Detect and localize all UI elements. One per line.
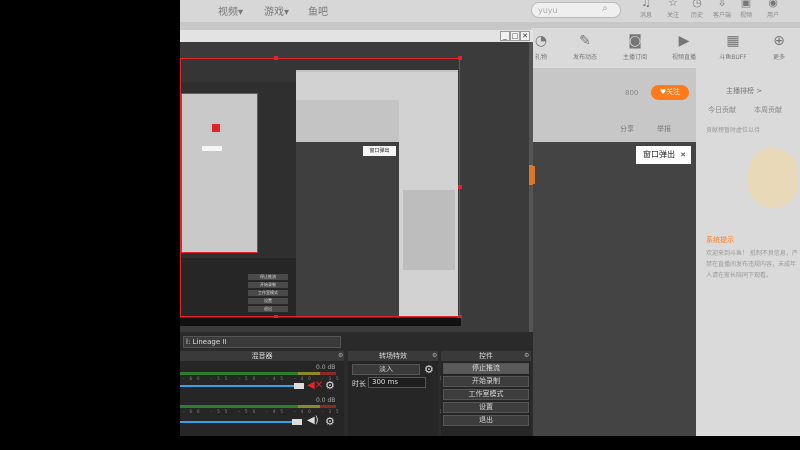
volume-knob-1[interactable]	[294, 383, 304, 389]
resize-handle-top-right[interactable]	[458, 56, 462, 60]
source-bounding-box[interactable]	[180, 58, 460, 317]
toolbar-subscribe[interactable]: ◙ 主播订阅	[615, 33, 655, 61]
rank-label[interactable]: 主播排榜 >	[726, 86, 762, 96]
video-icon[interactable]: ▣	[736, 0, 756, 9]
live-stream-player[interactable]	[531, 142, 696, 436]
notice-tag: 系统提示	[706, 236, 734, 244]
notice-text: 欢迎来到斗鱼！ 抵制不良信息，严禁在直播间发布违规内容，未成年人请在家长陪同下观…	[706, 250, 798, 279]
panel-settings-icon[interactable]: ⚙	[338, 352, 343, 359]
close-window-icon[interactable]: ✕	[520, 31, 530, 41]
mixer-db-2: 0.0 dB	[316, 397, 336, 404]
minimize-icon[interactable]: _	[500, 31, 510, 41]
mixer-meter-2-red	[320, 405, 336, 408]
gear-icon[interactable]: ⚙	[424, 363, 434, 376]
volume-slider-2[interactable]	[180, 421, 298, 423]
close-icon[interactable]: ✕	[680, 146, 686, 164]
resize-handle-right[interactable]	[458, 185, 462, 189]
more-icon: ⊕	[773, 33, 785, 49]
duration-label: 时长	[352, 380, 366, 388]
mixer-db-1: 0.0 dB	[316, 364, 336, 371]
edit-icon: ✎	[579, 33, 591, 49]
gear-icon[interactable]: ⚙	[325, 415, 335, 428]
play-icon: ▶	[678, 33, 690, 49]
transition-type-select[interactable]: 淡入	[352, 364, 420, 375]
mixer-meter-2-yellow	[298, 405, 320, 408]
start-recording-button[interactable]: 开始录制	[443, 376, 529, 387]
window-popout-button[interactable]: 窗口弹出 ✕	[636, 146, 691, 164]
mixer-meter-1-yellow	[298, 372, 320, 375]
star-icon[interactable]: ☆	[663, 0, 683, 9]
obs-titlebar[interactable]: _ □ ✕	[180, 30, 533, 42]
viewer-count: 800	[625, 89, 639, 97]
nav-video[interactable]: 视频▾	[218, 3, 243, 18]
resize-handle-top[interactable]	[274, 56, 278, 60]
toolbar-more[interactable]: ⊕ 更多	[759, 33, 799, 61]
download-icon[interactable]: ⇩	[712, 0, 732, 9]
rank-empty-text: 贡献榜暂时虚位以待	[706, 127, 761, 134]
room-sidebar: 主播排榜 > 今日贡献 本周贡献 贡献榜暂时虚位以待 系统提示 欢迎来到斗鱼！ …	[696, 68, 800, 436]
toolbar-video[interactable]: ▶ 视频直播	[664, 33, 704, 61]
duration-input[interactable]: 300 ms	[368, 377, 426, 388]
top-icon-bar: ♫ 消息 ☆ 关注 ◷ 历史 ⇩ 客户端 ▣ 视频 ◉ 用户	[632, 0, 800, 22]
volume-knob-2[interactable]	[292, 419, 302, 425]
mixer-meter-1-red	[320, 372, 336, 375]
mixer-title: 混音器	[180, 351, 344, 361]
mixer-meter-2	[180, 405, 298, 408]
history-icon[interactable]: ◷	[687, 0, 707, 9]
exit-button[interactable]: 退出	[443, 415, 529, 426]
nav-fishbar[interactable]: 鱼吧	[308, 3, 328, 18]
settings-button[interactable]: 设置	[443, 402, 529, 413]
controls-title: 控件	[441, 351, 531, 361]
transition-title: 转场特效	[348, 351, 438, 361]
preview-scrollbar[interactable]	[529, 42, 533, 332]
bell-icon[interactable]: ♫	[636, 0, 656, 9]
bag-icon: ▦	[726, 33, 740, 49]
gear-icon[interactable]: ⚙	[325, 379, 335, 392]
studio-mode-button[interactable]: 工作室模式	[443, 389, 529, 400]
follow-button[interactable]: ♥关注	[651, 85, 689, 100]
search-icon[interactable]: ⌕	[602, 3, 608, 14]
muted-speaker-icon[interactable]: ◀✕	[307, 380, 323, 391]
tab-week[interactable]: 本周贡献	[754, 105, 782, 115]
panel-settings-icon[interactable]: ⚙	[432, 352, 437, 359]
toolbar-buff[interactable]: ▦ 斗鱼BUFF	[713, 33, 753, 61]
mascot-image	[748, 148, 798, 208]
stop-streaming-button[interactable]: 停止推流	[443, 363, 529, 374]
volume-slider-1[interactable]	[180, 385, 298, 387]
speaker-icon[interactable]: ◀)	[307, 415, 319, 426]
mixer-meter-1	[180, 372, 298, 375]
scene-selector[interactable]: l: Lineage II	[183, 336, 341, 348]
nav-games[interactable]: 游戏▾	[264, 3, 289, 18]
user-icon[interactable]: ◉	[763, 0, 783, 9]
preview-scroll-thumb[interactable]	[529, 165, 533, 185]
preview-black-bar	[180, 318, 461, 326]
room-toolbar: ◔ 礼物 ✎ 发布动态 ◙ 主播订阅 ▶ 视频直播 ▦ 斗鱼BUFF ⊕ 更多	[531, 28, 800, 68]
room-icon: ◙	[628, 33, 642, 49]
maximize-icon[interactable]: □	[510, 31, 520, 41]
share-link[interactable]: 分享	[620, 124, 634, 134]
report-link[interactable]: 举报	[657, 124, 671, 134]
tab-today[interactable]: 今日贡献	[708, 105, 736, 115]
panel-settings-icon[interactable]: ⚙	[524, 352, 529, 359]
toolbar-post[interactable]: ✎ 发布动态	[565, 33, 605, 61]
